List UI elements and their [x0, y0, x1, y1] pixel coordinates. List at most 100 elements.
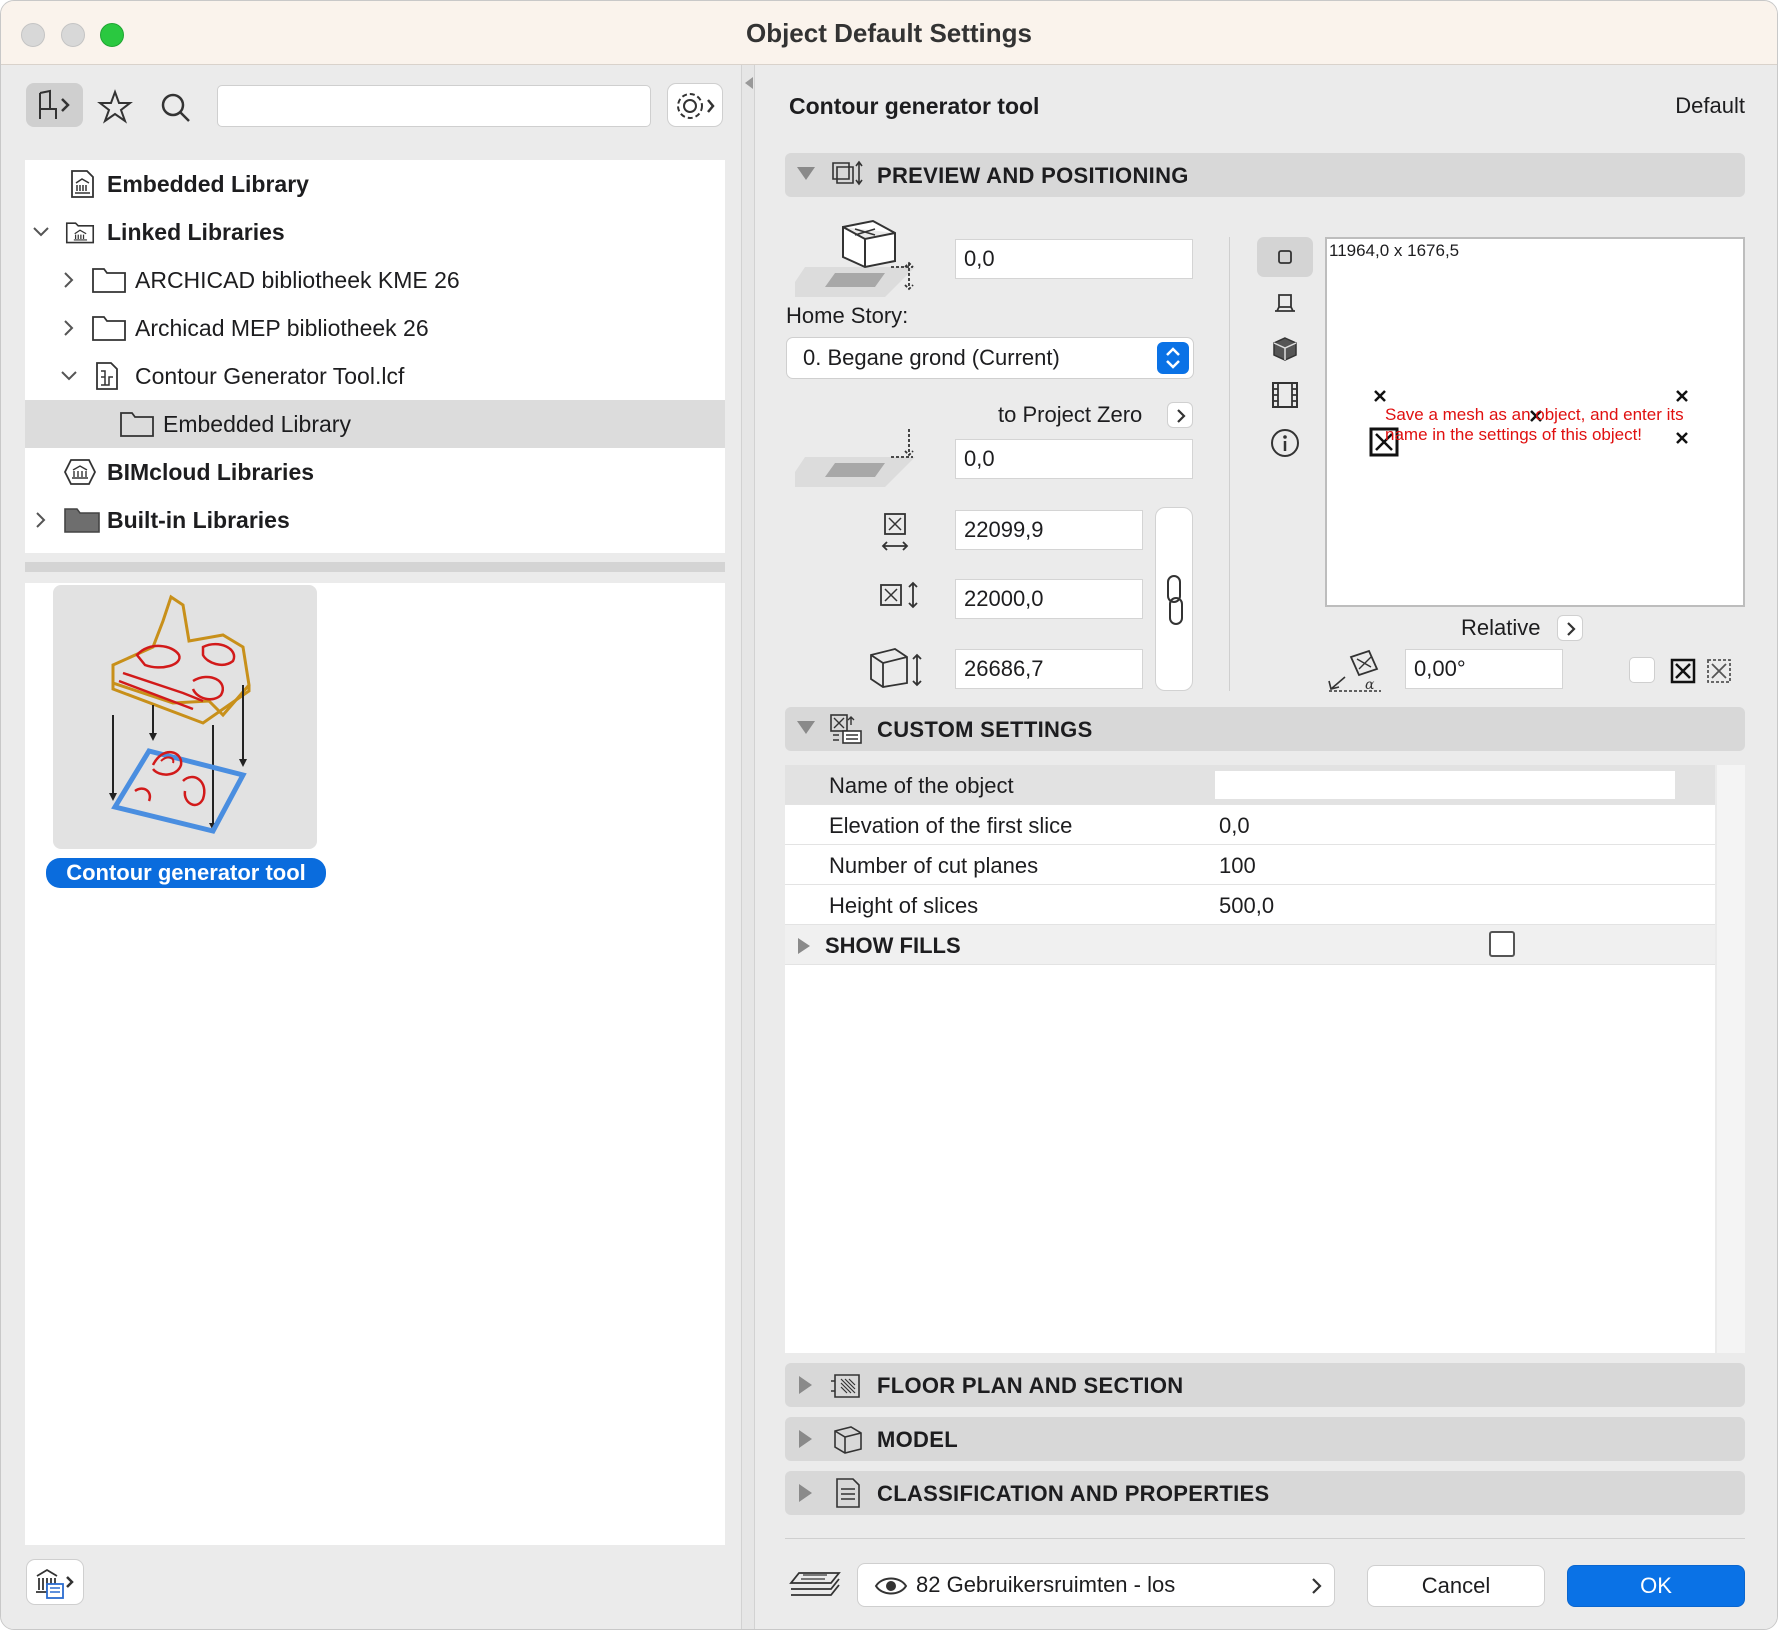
mirror-checkbox[interactable]: [1629, 657, 1655, 683]
tree-item-bimcloud[interactable]: BIMcloud Libraries: [25, 448, 725, 496]
table-group-show-fills[interactable]: SHOW FILLS: [785, 925, 1715, 965]
expand-triangle-icon[interactable]: [797, 937, 811, 955]
tree-item-builtin[interactable]: Built-in Libraries: [25, 496, 725, 544]
chevron-right-icon[interactable]: [59, 318, 79, 338]
elevation-to-story-field[interactable]: 0,0: [955, 239, 1193, 279]
filled-folder-icon: [64, 508, 100, 533]
expand-triangle-icon[interactable]: [799, 1376, 812, 1394]
floor-plan-icon: [831, 1374, 860, 1398]
3d-view-button[interactable]: [1257, 329, 1313, 369]
table-row[interactable]: Name of the object: [785, 765, 1715, 805]
tree-item-contour-lcf[interactable]: Contour Generator Tool.lcf: [25, 352, 725, 400]
film-strip-icon: [1272, 382, 1298, 408]
chevron-right-icon[interactable]: [59, 270, 79, 290]
ok-button[interactable]: OK: [1567, 1565, 1745, 1607]
tree-item-linked-libraries[interactable]: Linked Libraries: [25, 208, 725, 256]
floor-plan-view-button[interactable]: [1257, 237, 1313, 277]
main-splitter[interactable]: [741, 65, 755, 1629]
elevation-to-zero-field[interactable]: 0,0: [955, 439, 1193, 479]
reference-level-button[interactable]: [1167, 402, 1193, 428]
width-icon: [881, 513, 909, 551]
collapse-arrow-icon[interactable]: [743, 75, 755, 91]
custom-settings-icon: [830, 714, 862, 744]
selected-object-label[interactable]: Contour generator tool: [46, 858, 326, 888]
info-view-button[interactable]: [1257, 423, 1313, 463]
search-icon[interactable]: [159, 91, 193, 125]
chevron-right-icon: [1567, 622, 1576, 636]
object-name-input[interactable]: [1215, 771, 1675, 799]
folder-icon: [120, 412, 154, 437]
section-floor-plan[interactable]: FLOOR PLAN AND SECTION: [785, 1363, 1745, 1407]
chevron-right-icon[interactable]: [31, 510, 51, 530]
section-view-icon: [1275, 294, 1295, 312]
table-row[interactable]: Elevation of the first slice 0,0: [785, 805, 1715, 845]
mirrored-object-icon[interactable]: [1705, 657, 1733, 685]
chair-icon: [39, 89, 70, 119]
section-classification[interactable]: CLASSIFICATION AND PROPERTIES: [785, 1471, 1745, 1515]
proportion-lock-button[interactable]: [1155, 507, 1193, 691]
collapse-triangle-icon[interactable]: [797, 721, 815, 734]
folder-icon: [92, 268, 126, 293]
home-story-label: Home Story:: [786, 303, 909, 328]
default-label: Default: [1675, 93, 1745, 118]
chevron-down-icon[interactable]: [31, 222, 51, 242]
depth-field[interactable]: 22000,0: [955, 579, 1143, 619]
rotation-angle-field[interactable]: 0,00°: [1405, 649, 1563, 689]
layer-select[interactable]: 82 Gebruikersruimten - los: [857, 1563, 1335, 1607]
tree-item-label: Contour Generator Tool.lcf: [135, 362, 405, 389]
tree-item-archicad-mep[interactable]: Archicad MEP bibliotheek 26: [25, 304, 725, 352]
table-row[interactable]: Height of slices 500,0: [785, 885, 1715, 925]
section-title: CLASSIFICATION AND PROPERTIES: [877, 1481, 1270, 1506]
library-pane: Embedded Library Linked Libraries ARCHIC…: [1, 65, 741, 1629]
parameter-name: Name of the object: [829, 773, 1014, 798]
section-model[interactable]: MODEL: [785, 1417, 1745, 1461]
relative-options-button[interactable]: [1557, 615, 1583, 641]
width-field[interactable]: 22099,9: [955, 510, 1143, 550]
object-gallery: Contour generator tool: [25, 583, 725, 1545]
table-scrollbar[interactable]: [1717, 765, 1745, 1353]
library-settings-button[interactable]: [667, 83, 723, 127]
expand-triangle-icon[interactable]: [799, 1430, 812, 1448]
chevron-down-icon[interactable]: [59, 366, 79, 386]
gear-icon: [677, 93, 715, 119]
svg-text:α: α: [1365, 677, 1375, 693]
mirror-object-icon[interactable]: [1669, 657, 1697, 685]
show-fills-checkbox[interactable]: [1489, 931, 1515, 957]
object-type-button[interactable]: [26, 83, 83, 127]
cancel-button[interactable]: Cancel: [1367, 1565, 1545, 1607]
tree-item-embedded-library[interactable]: Embedded Library: [25, 160, 725, 208]
collapse-triangle-icon[interactable]: [797, 167, 815, 180]
height-icon: [870, 648, 922, 688]
model-cube-icon: [834, 1426, 862, 1454]
settings-pane: Contour generator tool Default PREVIEW A…: [755, 65, 1777, 1629]
object-preview-window[interactable]: 11964,0 x 1676,5 Save a mesh as an objec…: [1325, 237, 1745, 607]
search-input[interactable]: [217, 85, 651, 127]
info-icon: [1271, 429, 1299, 457]
pane-splitter-handle[interactable]: [25, 562, 725, 572]
custom-parameters-table: Name of the object Elevation of the firs…: [785, 765, 1715, 1353]
tree-item-embedded-sublibrary[interactable]: Embedded Library: [25, 400, 725, 448]
rotation-angle-icon: α: [1328, 649, 1381, 693]
vertical-separator: [1229, 237, 1230, 691]
tree-item-label: BIMcloud Libraries: [107, 458, 315, 485]
section-custom-settings[interactable]: CUSTOM SETTINGS: [785, 707, 1745, 751]
star-icon[interactable]: [97, 89, 133, 125]
tree-item-label: Archicad MEP bibliotheek 26: [135, 314, 429, 341]
window-title: Object Default Settings: [745, 18, 1033, 48]
section-view-button[interactable]: [1257, 283, 1313, 323]
updown-arrows-icon: [1157, 342, 1189, 374]
group-label: SHOW FILLS: [825, 933, 961, 958]
table-row[interactable]: Number of cut planes 100: [785, 845, 1715, 885]
parameter-value: 100: [1219, 853, 1256, 878]
library-manager-button[interactable]: [26, 1559, 84, 1605]
contour-generator-thumbnail[interactable]: [53, 585, 317, 849]
expand-triangle-icon[interactable]: [799, 1484, 812, 1502]
tree-item-archicad-kme[interactable]: ARCHICAD bibliotheek KME 26: [25, 256, 725, 304]
bimcloud-icon: [63, 459, 97, 485]
parameter-name: Elevation of the first slice: [829, 813, 1073, 838]
elevation-view-button[interactable]: [1257, 375, 1313, 415]
section-preview-positioning[interactable]: PREVIEW AND POSITIONING: [785, 153, 1745, 197]
home-story-select[interactable]: 0. Begane grond (Current): [786, 337, 1194, 379]
height-field[interactable]: 26686,7: [955, 649, 1143, 689]
parameter-value: 0,0: [1219, 813, 1250, 838]
